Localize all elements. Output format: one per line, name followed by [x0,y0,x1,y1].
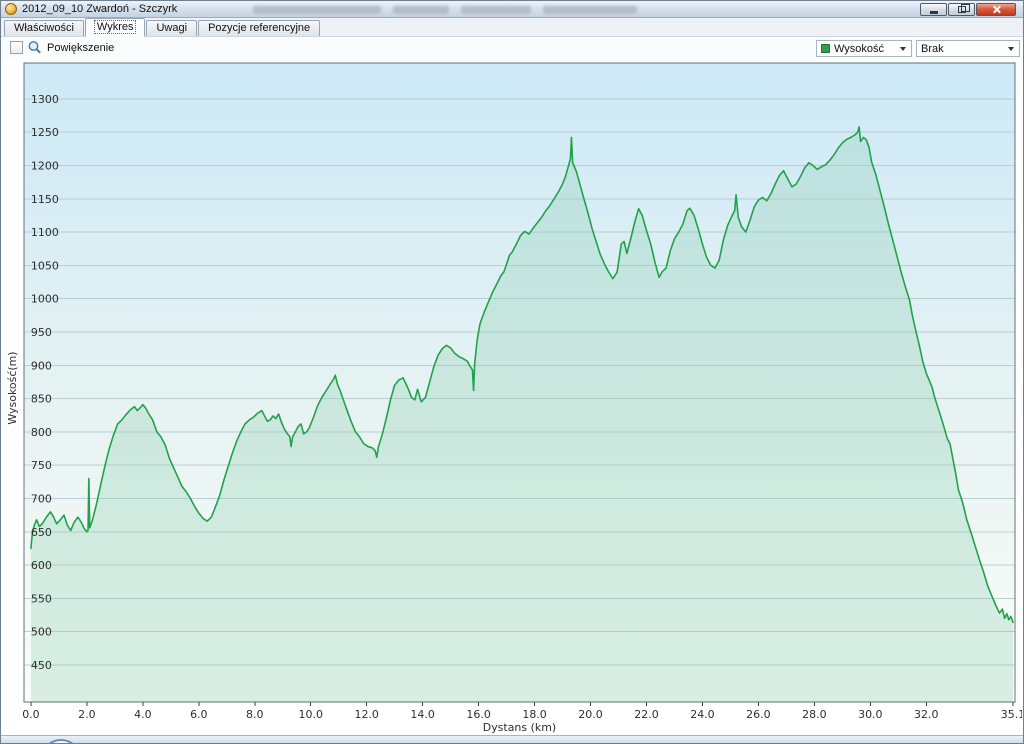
window-title: 2012_09_10 Zwardoń - Szczyrk [22,1,177,18]
svg-text:900: 900 [31,359,52,372]
tab-uwagi[interactable]: Uwagi [146,20,197,36]
svg-text:1200: 1200 [31,159,59,172]
tab-wykres[interactable]: Wykres [85,18,146,37]
svg-text:24.0: 24.0 [690,708,714,721]
svg-text:500: 500 [31,626,52,639]
chevron-down-icon [900,47,906,51]
app-window: 2012_09_10 Zwardoń - Szczyrk Właściwości… [0,0,1024,744]
svg-text:650: 650 [31,526,52,539]
minimize-button[interactable] [920,3,947,16]
svg-text:32.0: 32.0 [914,708,938,721]
overlay-select-value: Brak [921,43,1005,55]
svg-text:Wysokość(m): Wysokość(m) [6,351,19,424]
svg-text:1100: 1100 [31,226,59,239]
svg-text:26.0: 26.0 [746,708,770,721]
tab-wlasciwosci[interactable]: Właściwości [4,20,84,36]
svg-text:0.0: 0.0 [22,708,39,721]
svg-text:800: 800 [31,426,52,439]
svg-text:1300: 1300 [31,93,59,106]
chevron-down-icon [1008,47,1014,51]
partial-circle-decoration [41,739,81,743]
svg-text:2.0: 2.0 [78,708,95,721]
svg-text:Dystans (km): Dystans (km) [483,721,556,734]
zoom-label: Powiększenie [47,42,114,54]
svg-text:750: 750 [31,459,52,472]
svg-text:550: 550 [31,592,52,605]
chart-toolbar: Powiększenie Wysokość Brak [2,37,1022,59]
svg-text:4.0: 4.0 [134,708,151,721]
redacted-title-text [253,6,381,14]
svg-text:10.0: 10.0 [299,708,323,721]
svg-text:1050: 1050 [31,259,59,272]
zoom-checkbox[interactable] [10,41,23,54]
chart-plot-area[interactable]: 450 500 550 600 650 700 750 800 850 900 950 1000 105… [2,59,1022,735]
svg-text:12.0: 12.0 [354,708,378,721]
svg-text:850: 850 [31,393,52,406]
svg-text:20.0: 20.0 [578,708,602,721]
svg-text:700: 700 [31,492,52,505]
svg-text:16.0: 16.0 [466,708,490,721]
elevation-profile-chart: 450 500 550 600 650 700 750 800 850 900 950 1000 105… [2,59,1022,735]
svg-text:1150: 1150 [31,193,59,206]
svg-text:950: 950 [31,326,52,339]
redacted-title-text [543,6,637,14]
window-controls [920,3,1016,16]
app-icon [5,3,17,15]
svg-text:18.0: 18.0 [522,708,546,721]
series-select[interactable]: Wysokość [816,40,912,57]
svg-text:22.0: 22.0 [634,708,658,721]
series-swatch [821,44,830,53]
svg-text:8.0: 8.0 [246,708,263,721]
window-bottom-border [1,735,1023,743]
svg-text:1250: 1250 [31,126,59,139]
svg-text:35.1: 35.1 [1001,708,1022,721]
magnifier-icon [27,40,43,56]
title-bar: 2012_09_10 Zwardoń - Szczyrk [1,1,1023,18]
svg-text:28.0: 28.0 [802,708,826,721]
series-select-value: Wysokość [834,43,897,55]
tab-pozycje-referencyjne[interactable]: Pozycje referencyjne [198,20,320,36]
redacted-title-text [461,6,531,14]
restore-icon [958,6,966,13]
restore-button[interactable] [948,3,975,16]
svg-text:1000: 1000 [31,293,59,306]
close-button[interactable] [976,3,1016,16]
svg-text:6.0: 6.0 [190,708,207,721]
svg-text:14.0: 14.0 [410,708,434,721]
tab-bar: Właściwości Wykres Uwagi Pozycje referen… [1,18,1023,37]
redacted-title-text [393,6,449,14]
svg-text:30.0: 30.0 [858,708,882,721]
overlay-select[interactable]: Brak [916,40,1020,57]
close-icon [992,5,1001,14]
svg-text:600: 600 [31,559,52,572]
svg-text:450: 450 [31,659,52,672]
minimize-icon [930,11,938,14]
